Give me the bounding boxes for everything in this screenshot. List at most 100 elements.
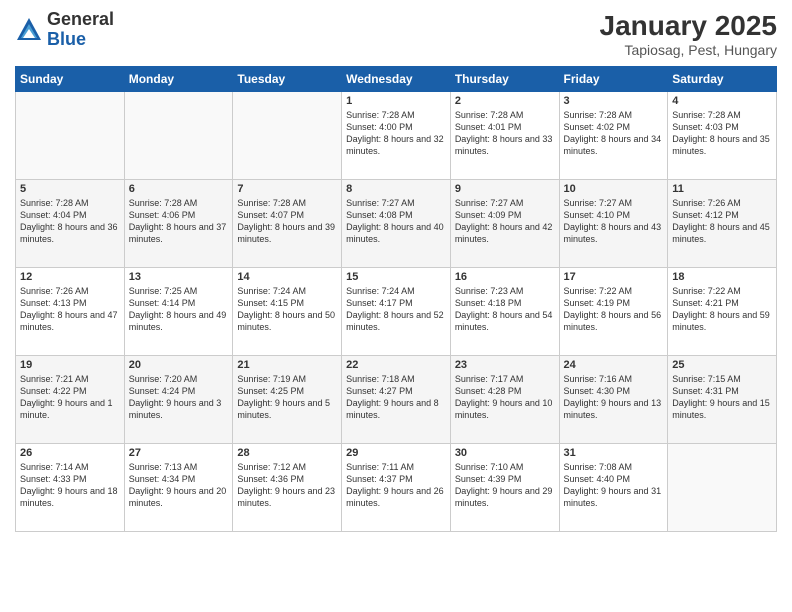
day-cell: 28 Sunrise: 7:12 AMSunset: 4:36 PMDaylig… (233, 444, 342, 532)
day-cell: 24 Sunrise: 7:16 AMSunset: 4:30 PMDaylig… (559, 356, 668, 444)
location: Tapiosag, Pest, Hungary (600, 42, 777, 58)
day-number: 24 (564, 359, 664, 371)
day-number: 22 (346, 359, 446, 371)
day-cell: 14 Sunrise: 7:24 AMSunset: 4:15 PMDaylig… (233, 268, 342, 356)
day-number: 30 (455, 447, 555, 459)
day-number: 31 (564, 447, 664, 459)
col-monday: Monday (124, 67, 233, 92)
day-info: Sunrise: 7:25 AMSunset: 4:14 PMDaylight:… (129, 285, 229, 334)
calendar-header: Sunday Monday Tuesday Wednesday Thursday… (16, 67, 777, 92)
day-info: Sunrise: 7:28 AMSunset: 4:04 PMDaylight:… (20, 197, 120, 246)
calendar-container: General Blue January 2025 Tapiosag, Pest… (0, 0, 792, 537)
day-info: Sunrise: 7:26 AMSunset: 4:12 PMDaylight:… (672, 197, 772, 246)
day-cell: 15 Sunrise: 7:24 AMSunset: 4:17 PMDaylig… (342, 268, 451, 356)
logo-icon (15, 16, 43, 44)
day-info: Sunrise: 7:24 AMSunset: 4:17 PMDaylight:… (346, 285, 446, 334)
day-cell: 13 Sunrise: 7:25 AMSunset: 4:14 PMDaylig… (124, 268, 233, 356)
week-row-5: 26 Sunrise: 7:14 AMSunset: 4:33 PMDaylig… (16, 444, 777, 532)
day-info: Sunrise: 7:28 AMSunset: 4:07 PMDaylight:… (237, 197, 337, 246)
day-info: Sunrise: 7:23 AMSunset: 4:18 PMDaylight:… (455, 285, 555, 334)
day-cell: 19 Sunrise: 7:21 AMSunset: 4:22 PMDaylig… (16, 356, 125, 444)
day-cell: 26 Sunrise: 7:14 AMSunset: 4:33 PMDaylig… (16, 444, 125, 532)
day-info: Sunrise: 7:20 AMSunset: 4:24 PMDaylight:… (129, 373, 229, 422)
day-number: 5 (20, 183, 120, 195)
day-info: Sunrise: 7:17 AMSunset: 4:28 PMDaylight:… (455, 373, 555, 422)
day-info: Sunrise: 7:15 AMSunset: 4:31 PMDaylight:… (672, 373, 772, 422)
col-friday: Friday (559, 67, 668, 92)
day-cell (16, 92, 125, 180)
day-cell: 31 Sunrise: 7:08 AMSunset: 4:40 PMDaylig… (559, 444, 668, 532)
day-info: Sunrise: 7:14 AMSunset: 4:33 PMDaylight:… (20, 461, 120, 510)
day-info: Sunrise: 7:27 AMSunset: 4:10 PMDaylight:… (564, 197, 664, 246)
day-number: 10 (564, 183, 664, 195)
day-cell (124, 92, 233, 180)
day-info: Sunrise: 7:27 AMSunset: 4:09 PMDaylight:… (455, 197, 555, 246)
day-cell: 5 Sunrise: 7:28 AMSunset: 4:04 PMDayligh… (16, 180, 125, 268)
day-info: Sunrise: 7:13 AMSunset: 4:34 PMDaylight:… (129, 461, 229, 510)
week-row-1: 1 Sunrise: 7:28 AMSunset: 4:00 PMDayligh… (16, 92, 777, 180)
day-cell: 8 Sunrise: 7:27 AMSunset: 4:08 PMDayligh… (342, 180, 451, 268)
day-number: 23 (455, 359, 555, 371)
header: General Blue January 2025 Tapiosag, Pest… (15, 10, 777, 58)
day-number: 20 (129, 359, 229, 371)
day-number: 4 (672, 95, 772, 107)
day-cell: 7 Sunrise: 7:28 AMSunset: 4:07 PMDayligh… (233, 180, 342, 268)
day-number: 2 (455, 95, 555, 107)
logo: General Blue (15, 10, 114, 50)
day-cell: 25 Sunrise: 7:15 AMSunset: 4:31 PMDaylig… (668, 356, 777, 444)
day-info: Sunrise: 7:18 AMSunset: 4:27 PMDaylight:… (346, 373, 446, 422)
day-cell: 22 Sunrise: 7:18 AMSunset: 4:27 PMDaylig… (342, 356, 451, 444)
calendar-table: Sunday Monday Tuesday Wednesday Thursday… (15, 66, 777, 532)
day-info: Sunrise: 7:11 AMSunset: 4:37 PMDaylight:… (346, 461, 446, 510)
calendar-body: 1 Sunrise: 7:28 AMSunset: 4:00 PMDayligh… (16, 92, 777, 532)
logo-text: General Blue (47, 10, 114, 50)
day-number: 29 (346, 447, 446, 459)
week-row-3: 12 Sunrise: 7:26 AMSunset: 4:13 PMDaylig… (16, 268, 777, 356)
day-cell: 23 Sunrise: 7:17 AMSunset: 4:28 PMDaylig… (450, 356, 559, 444)
col-thursday: Thursday (450, 67, 559, 92)
day-info: Sunrise: 7:16 AMSunset: 4:30 PMDaylight:… (564, 373, 664, 422)
day-number: 26 (20, 447, 120, 459)
day-number: 7 (237, 183, 337, 195)
day-number: 14 (237, 271, 337, 283)
day-number: 17 (564, 271, 664, 283)
day-info: Sunrise: 7:28 AMSunset: 4:01 PMDaylight:… (455, 109, 555, 158)
day-info: Sunrise: 7:12 AMSunset: 4:36 PMDaylight:… (237, 461, 337, 510)
day-info: Sunrise: 7:28 AMSunset: 4:02 PMDaylight:… (564, 109, 664, 158)
day-cell (668, 444, 777, 532)
day-number: 6 (129, 183, 229, 195)
day-cell: 2 Sunrise: 7:28 AMSunset: 4:01 PMDayligh… (450, 92, 559, 180)
day-info: Sunrise: 7:27 AMSunset: 4:08 PMDaylight:… (346, 197, 446, 246)
week-row-4: 19 Sunrise: 7:21 AMSunset: 4:22 PMDaylig… (16, 356, 777, 444)
day-cell: 27 Sunrise: 7:13 AMSunset: 4:34 PMDaylig… (124, 444, 233, 532)
day-info: Sunrise: 7:28 AMSunset: 4:06 PMDaylight:… (129, 197, 229, 246)
day-info: Sunrise: 7:28 AMSunset: 4:00 PMDaylight:… (346, 109, 446, 158)
day-cell: 1 Sunrise: 7:28 AMSunset: 4:00 PMDayligh… (342, 92, 451, 180)
month-title: January 2025 (600, 10, 777, 42)
day-info: Sunrise: 7:22 AMSunset: 4:19 PMDaylight:… (564, 285, 664, 334)
day-number: 18 (672, 271, 772, 283)
day-info: Sunrise: 7:28 AMSunset: 4:03 PMDaylight:… (672, 109, 772, 158)
day-cell: 10 Sunrise: 7:27 AMSunset: 4:10 PMDaylig… (559, 180, 668, 268)
day-number: 15 (346, 271, 446, 283)
col-sunday: Sunday (16, 67, 125, 92)
day-number: 3 (564, 95, 664, 107)
col-wednesday: Wednesday (342, 67, 451, 92)
day-info: Sunrise: 7:10 AMSunset: 4:39 PMDaylight:… (455, 461, 555, 510)
day-cell: 9 Sunrise: 7:27 AMSunset: 4:09 PMDayligh… (450, 180, 559, 268)
day-number: 28 (237, 447, 337, 459)
day-number: 1 (346, 95, 446, 107)
day-cell: 29 Sunrise: 7:11 AMSunset: 4:37 PMDaylig… (342, 444, 451, 532)
day-info: Sunrise: 7:24 AMSunset: 4:15 PMDaylight:… (237, 285, 337, 334)
day-number: 12 (20, 271, 120, 283)
day-info: Sunrise: 7:08 AMSunset: 4:40 PMDaylight:… (564, 461, 664, 510)
day-cell: 21 Sunrise: 7:19 AMSunset: 4:25 PMDaylig… (233, 356, 342, 444)
week-row-2: 5 Sunrise: 7:28 AMSunset: 4:04 PMDayligh… (16, 180, 777, 268)
day-number: 27 (129, 447, 229, 459)
logo-general: General (47, 9, 114, 29)
day-cell: 18 Sunrise: 7:22 AMSunset: 4:21 PMDaylig… (668, 268, 777, 356)
day-cell: 12 Sunrise: 7:26 AMSunset: 4:13 PMDaylig… (16, 268, 125, 356)
day-number: 19 (20, 359, 120, 371)
day-cell: 16 Sunrise: 7:23 AMSunset: 4:18 PMDaylig… (450, 268, 559, 356)
day-number: 16 (455, 271, 555, 283)
